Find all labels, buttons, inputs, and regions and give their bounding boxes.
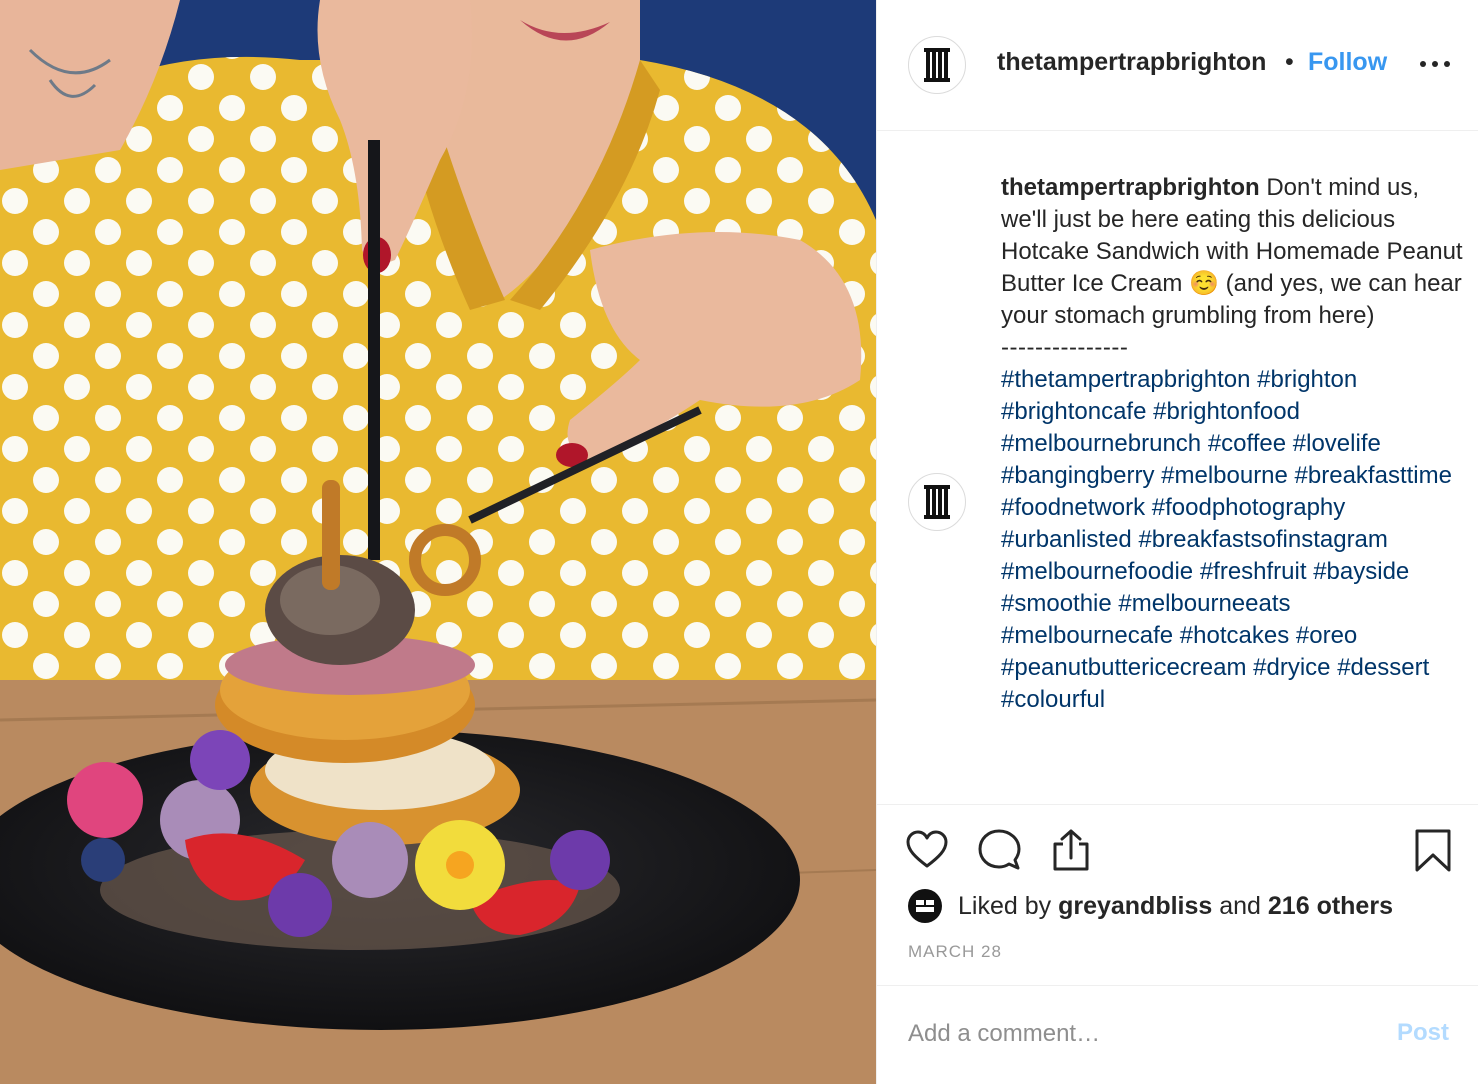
hashtag-link[interactable]: #lovelife [1293,430,1381,457]
post-side-panel: thetampertrapbrighton • Follow thetamper… [876,0,1478,1084]
likes-prefix: Liked by [958,891,1059,920]
likes-middle: and [1212,891,1268,920]
likes-others-link[interactable]: 216 others [1268,892,1393,920]
follow-button[interactable]: Follow [1308,48,1387,77]
hashtag-link[interactable]: #bayside [1313,558,1409,585]
hashtag-link[interactable]: #thetampertrapbrighton [1001,366,1251,393]
more-options-button[interactable] [1420,54,1450,74]
post-header: thetampertrapbrighton • Follow [877,0,1478,131]
heart-icon [906,830,948,868]
header-username-link[interactable]: thetampertrapbrighton [997,48,1266,77]
post-photo[interactable] [0,0,876,1084]
hashtag-link[interactable]: #freshfruit [1200,558,1307,585]
hashtag-link[interactable]: #melbournecafe [1001,622,1173,649]
comment-input[interactable] [908,1014,1368,1054]
liker-username-link[interactable]: greyandbliss [1058,892,1212,920]
greyandbliss-logo-icon [916,900,934,912]
likes-summary: Liked by greyandbliss and 216 others [958,892,1393,921]
hashtag-link[interactable]: #coffee [1208,430,1286,457]
comment-button[interactable] [977,828,1021,872]
hashtag-link[interactable]: #bangingberry [1001,462,1154,489]
caption-separator: --------------- [1001,334,1129,361]
action-bar [877,820,1478,880]
post-comment-button[interactable]: Post [1397,1019,1449,1047]
hashtag-link[interactable]: #foodphotography [1152,494,1346,521]
ellipsis-icon [1420,61,1426,67]
caption-username-link[interactable]: thetampertrapbrighton [1001,174,1260,201]
food-photo-illustration [0,0,876,1084]
ellipsis-icon [1432,61,1438,67]
post-date[interactable]: MARCH 28 [908,942,1002,962]
hashtag-link[interactable]: #hotcakes [1180,622,1289,649]
hashtag-link[interactable]: #urbanlisted [1001,526,1132,553]
caption-section: thetampertrapbrighton Don't mind us, we'… [877,131,1478,805]
ellipsis-icon [1444,61,1450,67]
separator-dot: • [1285,48,1294,76]
hashtag-link[interactable]: #oreo [1296,622,1357,649]
likes-row: Liked by greyandbliss and 216 others [908,888,1393,924]
hashtag-link[interactable]: #melbourne [1161,462,1288,489]
bookmark-icon [1415,829,1451,872]
instagram-post: thetampertrapbrighton • Follow thetamper… [0,0,1478,1084]
hashtag-link[interactable]: #brightoncafe [1001,398,1146,425]
hashtag-link[interactable]: #smoothie [1001,590,1112,617]
hashtag-link[interactable]: #brighton [1257,366,1357,393]
smiling-emoji: ☺️ [1189,270,1219,297]
tamper-trap-logo-icon [924,48,950,82]
hashtag-link[interactable]: #dessert [1337,654,1429,681]
post-caption: thetampertrapbrighton Don't mind us, we'… [1001,172,1463,716]
hashtag-list: #thetampertrapbrighton #brighton #bright… [1001,364,1463,716]
hashtag-link[interactable]: #melbourneeats [1118,590,1290,617]
hashtag-link[interactable]: #breakfastsofinstagram [1138,526,1387,553]
liker-avatar[interactable] [908,889,942,923]
save-button[interactable] [1411,828,1455,872]
hashtag-link[interactable]: #colourful [1001,686,1105,713]
comment-icon [978,829,1021,870]
hashtag-link[interactable]: #dryice [1253,654,1330,681]
hashtag-link[interactable]: #peanutbuttericecream [1001,654,1246,681]
caption-avatar[interactable] [908,473,966,531]
hashtag-link[interactable]: #melbournefoodie [1001,558,1193,585]
hashtag-link[interactable]: #melbournebrunch [1001,430,1201,457]
hashtag-link[interactable]: #foodnetwork [1001,494,1145,521]
hashtag-link[interactable]: #brightonfood [1153,398,1300,425]
share-button[interactable] [1049,828,1093,872]
comment-bar: Post [877,985,1478,1084]
share-icon [1053,829,1089,871]
tamper-trap-logo-icon [924,485,950,519]
profile-avatar[interactable] [908,36,966,94]
like-button[interactable] [905,828,949,872]
hashtag-link[interactable]: #breakfasttime [1295,462,1452,489]
